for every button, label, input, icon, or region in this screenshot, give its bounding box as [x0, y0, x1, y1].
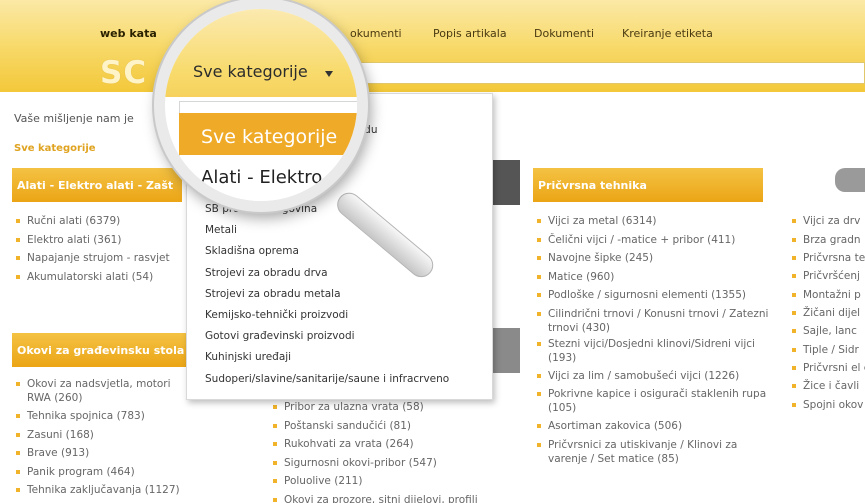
category-list-okovi-vrata: Pribor za ulazna vrata (58) Poštanski sa… [273, 398, 523, 503]
list-item[interactable]: Sigurnosni okovi-pribor (547) [273, 454, 523, 473]
list-item[interactable]: Tehnika zaključavanja (1127) [16, 481, 196, 500]
list-item[interactable]: Akumulatorski alati (54) [16, 268, 186, 287]
top-navigation: web kata okumenti Popis artikala Dokumen… [0, 0, 865, 92]
list-item[interactable]: Pričvrsna te terasa/sola [792, 251, 865, 265]
dropdown-list: SB proizvodi/trgovina Metali Skladišna o… [205, 199, 449, 390]
dropdown-item[interactable]: Strojevi za obradu metala [205, 284, 449, 305]
dropdown-item[interactable]: Kuhinjski uređaji [205, 347, 449, 368]
list-item[interactable]: Zasuni (168) [16, 426, 196, 445]
tab-web-katalog[interactable]: web kata [100, 27, 157, 40]
dropdown-item-alati[interactable]: Alati - Elektro [201, 167, 322, 188]
list-item[interactable]: Asortiman zakovica (506) [537, 417, 775, 436]
list-item[interactable]: Poštanski sandučići (81) [273, 417, 523, 436]
logo: SC [100, 55, 148, 91]
list-item[interactable]: Elektro alati (361) [16, 231, 186, 250]
category-list-okovi: Okovi za nadsvjetla, motori RWA (260) Te… [16, 375, 196, 500]
tab-kreiranje-etiketa[interactable]: Kreiranje etiketa [622, 27, 713, 40]
list-item[interactable]: Rukohvati za vrata (264) [273, 435, 523, 454]
list-item[interactable]: Cilindrični trnovi / Konusni trnovi / Za… [537, 307, 773, 335]
list-item[interactable]: Pokrivne kapice i osigurači staklenih ru… [537, 387, 773, 415]
list-item[interactable]: Čelični vijci / -matice + pribor (411) [537, 231, 775, 250]
category-image [493, 328, 520, 373]
list-item[interactable]: Matice (960) [537, 268, 775, 287]
list-item[interactable]: Poluolive (211) [273, 472, 523, 491]
list-item[interactable]: Spojni okov [792, 396, 865, 415]
dropdown-item[interactable]: Metali [205, 220, 449, 241]
list-item[interactable]: Napajanje strujom - rasvjet [16, 249, 186, 268]
list-item[interactable]: Pričvršćenj [792, 267, 865, 286]
list-item[interactable]: Žičani dijel [792, 304, 865, 323]
category-title: Alati - Elektro alati - Zašt [17, 178, 174, 192]
list-item[interactable]: Žice i čavli [792, 377, 865, 396]
chevron-down-icon[interactable] [325, 71, 333, 77]
list-item[interactable]: Okovi za prozore, sitni dijelovi, profil… [273, 491, 523, 503]
magnified-header [165, 9, 357, 97]
dropdown-selected-label: Sve kategorije [201, 126, 338, 148]
category-header-pricvrsna-tehnika[interactable]: Pričvrsna tehnika [533, 168, 763, 202]
category-image [835, 168, 865, 192]
dropdown-item[interactable]: Kemijsko-tehnički proizvodi [205, 305, 449, 326]
list-item[interactable]: Navojne šipke (245) [537, 249, 775, 268]
list-item[interactable]: Tiple / Sidr [792, 341, 865, 360]
list-item[interactable]: Montažni p (378) [792, 288, 865, 302]
magnifier-icon: Sve kategorije Sve kategorije Alati - El… [154, 0, 368, 212]
list-item[interactable]: Panik program (464) [16, 463, 196, 482]
feedback-text[interactable]: Vaše mišljenje nam je [14, 112, 134, 125]
list-item[interactable]: Sajle, lanc [792, 322, 865, 341]
category-list-pricvrsna-tehnika: Vijci za metal (6314) Čelični vijci / -m… [537, 212, 775, 468]
category-header-okovi[interactable]: Okovi za građevinsku stola [12, 333, 188, 367]
tab-dokumenti[interactable]: Dokumenti [534, 27, 594, 40]
breadcrumb[interactable]: Sve kategorije [14, 143, 96, 154]
category-image [493, 160, 520, 205]
search-input[interactable] [360, 62, 865, 84]
list-item[interactable]: Pričvrsnici za utiskivanje / Klinovi za … [537, 438, 773, 466]
category-title: Pričvrsna tehnika [538, 178, 647, 192]
dropdown-item[interactable]: Gotovi građevinski proizvodi [205, 326, 449, 347]
list-item[interactable]: Okovi za nadsvjetla, motori RWA (260) [16, 377, 194, 405]
list-item[interactable]: Podloške / sigurnosni elementi (1355) [537, 286, 775, 305]
list-item[interactable]: Ručni alati (6379) [16, 212, 186, 231]
tab-popis-artikala[interactable]: Popis artikala [433, 27, 507, 40]
category-title: Okovi za građevinsku stola [17, 343, 185, 357]
list-item[interactable]: Pribor za ulazna vrata (58) [273, 398, 523, 417]
list-item[interactable]: Vijci za lim / samobušeći vijci (1226) [537, 367, 775, 386]
list-item[interactable]: Pričvrsni el električne i [792, 361, 865, 375]
category-list-right: Vijci za drv Brza gradn Pričvrsna te ter… [792, 212, 865, 414]
list-item[interactable]: Tehnika spojnica (783) [16, 407, 196, 426]
category-select[interactable]: Sve kategorije [193, 62, 308, 81]
list-item[interactable]: Brave (913) [16, 444, 196, 463]
category-header-alati[interactable]: Alati - Elektro alati - Zašt [12, 168, 182, 202]
category-list-alati: Ručni alati (6379) Elektro alati (361) N… [16, 212, 186, 286]
list-item[interactable]: Vijci za drv [792, 212, 865, 231]
list-item[interactable]: Stezni vijci/Dosjedni klinovi/Sidreni vi… [537, 337, 773, 365]
list-item[interactable]: Brza gradn [792, 231, 865, 250]
dropdown-item[interactable]: Sudoperi/slavine/sanitarije/saune i infr… [205, 369, 449, 390]
tab-dokumenti-partial[interactable]: okumenti [350, 27, 402, 40]
list-item[interactable]: Vijci za metal (6314) [537, 212, 775, 231]
